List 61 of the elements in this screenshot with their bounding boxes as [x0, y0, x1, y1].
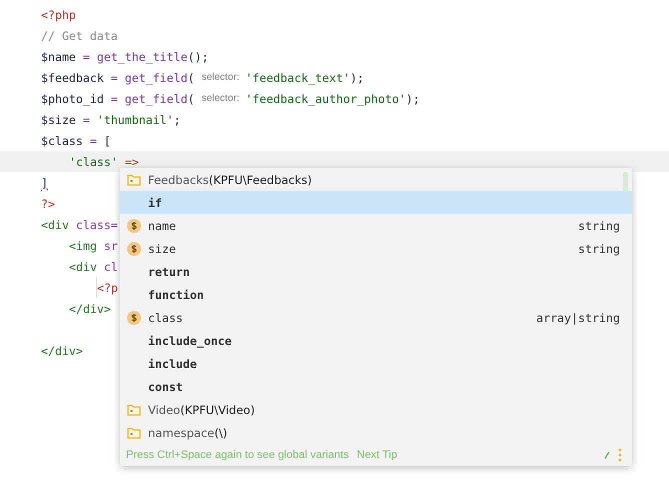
dollar-icon [127, 218, 141, 232]
completion-item[interactable]: Video(KPFU\Video) [120, 398, 632, 421]
code-punctuation: ); [350, 70, 364, 84]
html-tag: <div [41, 218, 69, 232]
completion-item[interactable]: namespace(\) [120, 421, 632, 444]
completion-item[interactable]: function [120, 283, 632, 306]
php-tag: <?p [97, 280, 118, 294]
error-token: ] [41, 176, 48, 190]
folder-icon [127, 174, 141, 186]
completion-item[interactable]: include_once [120, 329, 632, 352]
parameter-hint: selector: [202, 72, 240, 83]
variable-name: $photo_id [41, 92, 104, 106]
variable-name: $name [41, 50, 76, 64]
completion-item[interactable]: return [120, 260, 632, 283]
more-icon[interactable] [618, 448, 622, 462]
html-attribute: class= [74, 218, 118, 232]
variable-name: $class [41, 134, 83, 148]
operator: = [82, 50, 91, 64]
operator: = [88, 134, 98, 148]
completion-item[interactable]: Feedbacks(KPFU\Feedbacks) [120, 168, 632, 191]
code-punctuation: ; [174, 112, 181, 126]
completion-item[interactable]: const [120, 375, 632, 398]
completion-item[interactable]: class array|string [120, 306, 632, 329]
dollar-icon [127, 310, 141, 324]
operator: = [110, 92, 119, 106]
function-name: get_field [124, 92, 188, 106]
function-name: get_field [124, 70, 188, 84]
parameter-hint: selector: [202, 93, 240, 104]
html-tag: </div> [69, 302, 111, 316]
operator: = [110, 70, 119, 84]
folder-icon [127, 404, 141, 416]
code-comment: // Get data [41, 28, 118, 42]
php-tag: <?php [41, 8, 76, 22]
footer-hint: Press Ctrl+Space again to see global variants [126, 449, 349, 461]
folder-icon [127, 426, 141, 438]
function-name: get_the_title [96, 50, 188, 64]
code-punctuation: ( [188, 92, 196, 106]
code-punctuation: [ [104, 134, 111, 148]
dollar-icon [127, 242, 141, 256]
html-tag: <img [69, 238, 97, 252]
completion-item[interactable]: if [120, 191, 632, 214]
html-attribute: cl [102, 260, 118, 274]
string-literal: 'thumbnail' [96, 112, 174, 126]
completion-item[interactable]: name string [120, 214, 632, 237]
completion-item[interactable]: size string [120, 237, 632, 260]
string-literal: 'feedback_author_photo' [245, 92, 406, 106]
php-tag: => [118, 154, 139, 168]
html-tag: <div [69, 260, 97, 274]
html-tag: </div> [41, 344, 83, 358]
operator: = [82, 112, 91, 126]
code-punctuation: ( [188, 70, 196, 84]
variable-name: $size [41, 112, 76, 126]
completion-item[interactable]: include [120, 352, 632, 375]
variable-name: $feedback [41, 70, 104, 84]
string-literal: 'feedback_text' [245, 70, 350, 84]
code-punctuation: ); [406, 92, 420, 106]
code-punctuation: (); [188, 50, 209, 64]
string-literal: 'class' [69, 154, 118, 168]
scrollbar-thumb[interactable] [623, 172, 628, 192]
php-tag: ?> [41, 196, 55, 210]
html-attribute: sr [102, 238, 118, 252]
